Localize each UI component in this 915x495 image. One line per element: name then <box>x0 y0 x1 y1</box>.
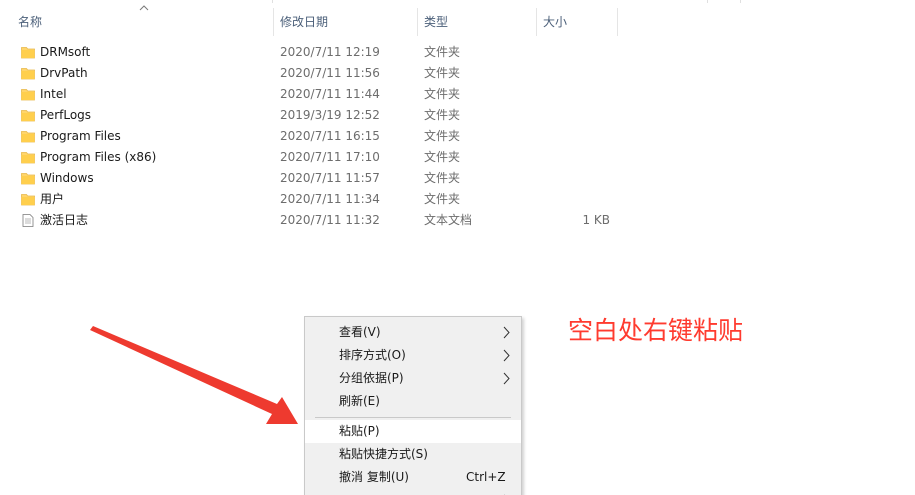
folder-icon <box>21 152 35 164</box>
file-date: 2019/3/19 12:52 <box>280 108 380 122</box>
file-type: 文件夹 <box>424 192 461 206</box>
file-date: 2020/7/11 11:57 <box>280 171 380 185</box>
file-type: 文件夹 <box>424 129 461 143</box>
menu-item-view[interactable]: 查看(V) <box>305 321 521 344</box>
file-row[interactable]: 激活日志 2020/7/11 11:32 文本文档 1 KB <box>0 210 640 231</box>
top-divider <box>740 0 741 3</box>
menu-item-group-by[interactable]: 分组依据(P) <box>305 367 521 390</box>
file-date: 2020/7/11 11:44 <box>280 87 380 101</box>
file-row[interactable]: Windows 2020/7/11 11:57 文件夹 <box>0 168 640 189</box>
text-document-icon <box>22 214 34 227</box>
chevron-right-icon <box>503 349 510 362</box>
file-type: 文件夹 <box>424 108 461 122</box>
menu-item-label: 撤消 复制(U) <box>339 470 409 484</box>
menu-item-sort-by[interactable]: 排序方式(O) <box>305 344 521 367</box>
menu-item-shortcut: Ctrl+Z <box>466 470 506 484</box>
menu-item-paste[interactable]: 粘贴(P) <box>305 420 521 443</box>
file-row[interactable]: Program Files (x86) 2020/7/11 17:10 文件夹 <box>0 147 640 168</box>
menu-item-label: 查看(V) <box>339 325 381 339</box>
file-row[interactable]: DRMsoft 2020/7/11 12:19 文件夹 <box>0 42 640 63</box>
file-name: 激活日志 <box>40 213 89 227</box>
menu-item-label: 刷新(E) <box>339 394 380 408</box>
menu-item-paste-shortcut[interactable]: 粘贴快捷方式(S) <box>305 443 521 466</box>
column-divider[interactable] <box>617 8 618 36</box>
annotation-text: 空白处右键粘贴 <box>568 316 744 345</box>
file-name: Program Files <box>40 129 121 143</box>
file-row[interactable]: 用户 2020/7/11 11:34 文件夹 <box>0 189 640 210</box>
file-date: 2020/7/11 11:56 <box>280 66 380 80</box>
folder-icon <box>21 110 35 122</box>
file-row[interactable]: DrvPath 2020/7/11 11:56 文件夹 <box>0 63 640 84</box>
folder-icon <box>21 131 35 143</box>
file-type: 文本文档 <box>424 213 473 227</box>
file-date: 2020/7/11 11:32 <box>280 213 380 227</box>
folder-icon <box>21 47 35 59</box>
column-size-header[interactable]: 大小 <box>536 8 618 36</box>
menu-item-label: 排序方式(O) <box>339 348 406 362</box>
menu-item-undo-copy[interactable]: 撤消 复制(U) Ctrl+Z <box>305 466 521 489</box>
file-date: 2020/7/11 11:34 <box>280 192 380 206</box>
menu-separator <box>315 417 511 418</box>
file-type: 文件夹 <box>424 66 461 80</box>
file-type: 文件夹 <box>424 150 461 164</box>
folder-icon <box>21 194 35 206</box>
file-type: 文件夹 <box>424 45 461 59</box>
chevron-right-icon <box>503 372 510 385</box>
folder-icon <box>21 68 35 80</box>
menu-item-refresh[interactable]: 刷新(E) <box>305 390 521 413</box>
column-date-header[interactable]: 修改日期 <box>273 8 418 36</box>
file-explorer-view: 名称 修改日期 类型 大小 DRMsoft 2020/7/11 12:19 文件夹 D… <box>0 0 915 495</box>
file-name: 用户 <box>40 192 65 206</box>
file-name: DRMsoft <box>40 45 91 59</box>
file-type: 文件夹 <box>424 171 461 185</box>
context-menu: 查看(V) 排序方式(O) 分组依据(P) 刷新(E) 粘贴(P) 粘贴快捷方式… <box>304 316 522 495</box>
folder-icon <box>21 173 35 185</box>
file-date: 2020/7/11 12:19 <box>280 45 380 59</box>
red-arrow-icon <box>90 326 298 424</box>
file-row[interactable]: Intel 2020/7/11 11:44 文件夹 <box>0 84 640 105</box>
file-date: 2020/7/11 16:15 <box>280 129 380 143</box>
file-date: 2020/7/11 17:10 <box>280 150 380 164</box>
folder-icon <box>21 89 35 101</box>
file-row[interactable]: PerfLogs 2019/3/19 12:52 文件夹 <box>0 105 640 126</box>
file-row[interactable]: Program Files 2020/7/11 16:15 文件夹 <box>0 126 640 147</box>
menu-item-label: 粘贴快捷方式(S) <box>339 447 428 461</box>
menu-item-label: 分组依据(P) <box>339 371 404 385</box>
file-type: 文件夹 <box>424 87 461 101</box>
file-name: DrvPath <box>40 66 88 80</box>
column-name-header[interactable]: 名称 <box>11 8 273 36</box>
top-divider <box>272 0 273 3</box>
menu-item-label: 粘贴(P) <box>339 424 380 438</box>
menu-item-next-partial[interactable] <box>305 489 521 495</box>
column-type-header[interactable]: 类型 <box>417 8 536 36</box>
file-name: Program Files (x86) <box>40 150 157 164</box>
file-name: Windows <box>40 171 94 185</box>
file-name: Intel <box>40 87 67 101</box>
chevron-right-icon <box>503 326 510 339</box>
column-header: 名称 修改日期 类型 大小 <box>0 0 915 36</box>
file-name: PerfLogs <box>40 108 92 122</box>
top-divider <box>707 0 708 3</box>
file-size: 1 KB <box>582 213 610 227</box>
